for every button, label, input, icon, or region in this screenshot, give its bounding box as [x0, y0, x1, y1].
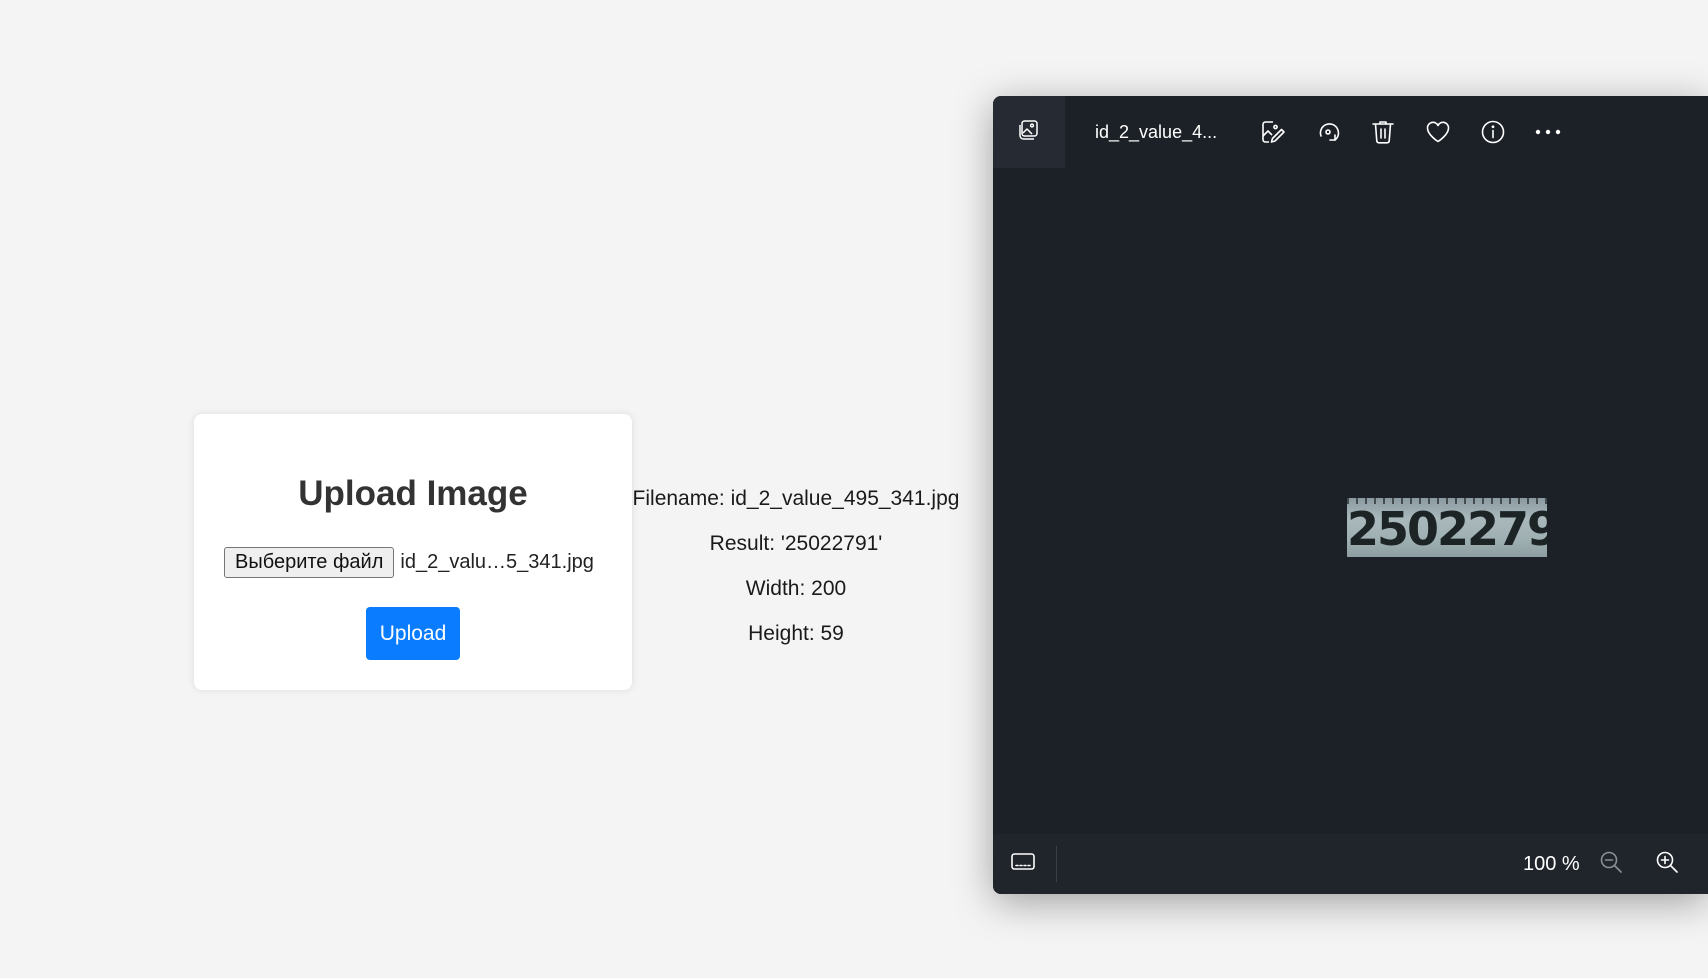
upload-title: Upload Image	[298, 474, 528, 513]
result-filename: Filename: id_2_value_495_341.jpg	[632, 487, 960, 510]
viewer-file-title: id_2_value_4...	[1095, 122, 1218, 142]
more-options-button[interactable]	[1530, 114, 1566, 150]
upload-button[interactable]: Upload	[366, 607, 460, 660]
info-icon	[1480, 119, 1506, 145]
rotate-button[interactable]	[1310, 114, 1346, 150]
photo-viewer-window: id_2_value_4... 2502279 100 %	[993, 96, 1708, 894]
meter-digits: 25022791	[1347, 502, 1547, 556]
file-input-row: Выберите файл id_2_valu…5_341.jpg	[224, 546, 594, 578]
info-button[interactable]	[1475, 114, 1511, 150]
rotate-icon	[1315, 119, 1341, 145]
delete-icon	[1371, 119, 1395, 145]
upload-card: Upload Image Выберите файл id_2_valu…5_3…	[194, 414, 632, 690]
filmstrip-button[interactable]	[1007, 848, 1039, 880]
gallery-icon	[1017, 118, 1041, 147]
edit-image-button[interactable]	[1255, 114, 1291, 150]
selected-file-name: id_2_valu…5_341.jpg	[400, 550, 594, 573]
delete-button[interactable]	[1365, 114, 1401, 150]
statusbar-divider	[1056, 846, 1057, 882]
image-canvas[interactable]: 25022791	[993, 168, 1708, 832]
zoom-level: 100 %	[1523, 853, 1580, 875]
result-info: Filename: id_2_value_495_341.jpg Result:…	[622, 484, 970, 664]
preview-image: 25022791	[1347, 498, 1547, 557]
zoom-out-button[interactable]	[1595, 848, 1627, 880]
favorite-button[interactable]	[1420, 114, 1456, 150]
viewer-toolbar: id_2_value_4...	[993, 96, 1708, 168]
edit-image-icon	[1260, 119, 1286, 145]
result-value: Result: '25022791'	[709, 532, 883, 555]
filmstrip-icon	[1010, 851, 1036, 878]
gallery-button[interactable]	[993, 96, 1065, 168]
more-icon	[1535, 128, 1561, 136]
choose-file-button[interactable]: Выберите файл	[224, 546, 395, 578]
favorite-icon	[1425, 120, 1451, 144]
result-width: Width: 200	[745, 577, 847, 600]
result-height: Height: 59	[748, 622, 844, 645]
zoom-out-icon	[1599, 850, 1623, 879]
zoom-in-icon	[1655, 850, 1679, 879]
zoom-in-button[interactable]	[1651, 848, 1683, 880]
viewer-statusbar: 100 %	[993, 834, 1708, 894]
